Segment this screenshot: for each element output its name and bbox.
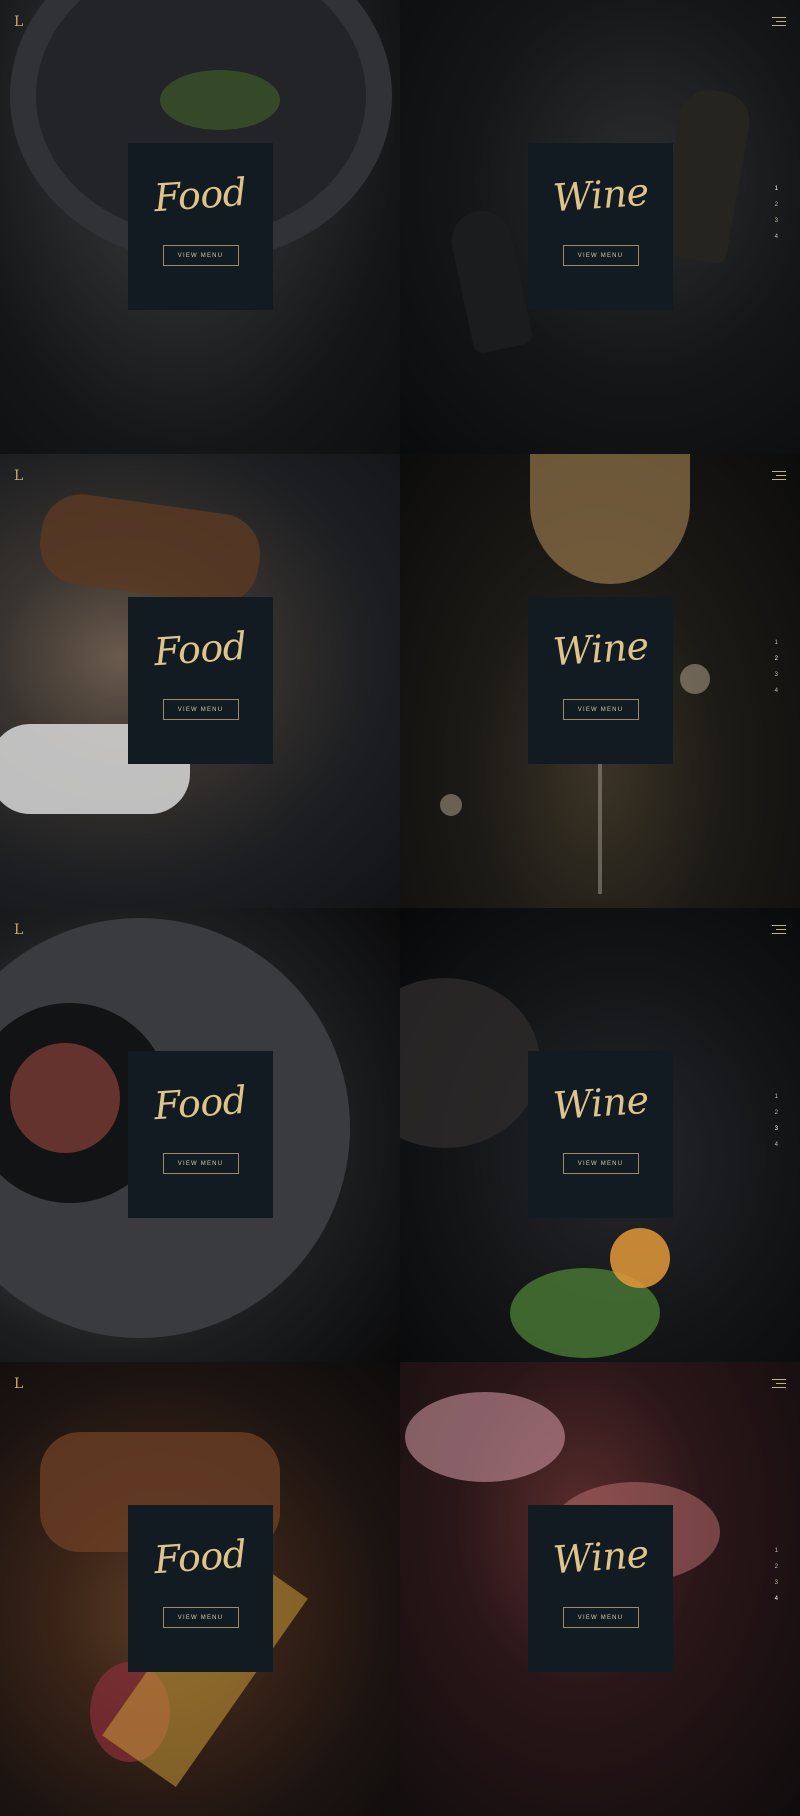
food-view-menu-button[interactable]: VIEW MENU: [162, 245, 239, 266]
wine-card: Wine VIEW MENU: [528, 1051, 673, 1218]
page-nav-item[interactable]: 2: [775, 656, 778, 662]
page-nav-item[interactable]: 1: [775, 640, 778, 646]
wine-title: Wine: [551, 1531, 650, 1583]
page-nav-item[interactable]: 2: [775, 202, 778, 208]
page-nav: 1 2 3 4: [775, 1094, 778, 1148]
page-nav-item[interactable]: 3: [775, 1580, 778, 1586]
page-nav-item[interactable]: 3: [775, 218, 778, 224]
wine-card: Wine VIEW MENU: [528, 143, 673, 310]
hero-row-2: L Food VIEW MENU Wine VIEW MENU 1 2 3 4: [0, 454, 800, 908]
food-card: Food VIEW MENU: [128, 1505, 273, 1672]
page-nav-item[interactable]: 1: [775, 1548, 778, 1554]
wine-view-menu-button[interactable]: VIEW MENU: [562, 1153, 639, 1174]
wine-panel: Wine VIEW MENU 1 2 3 4: [400, 1362, 800, 1816]
food-title: Food: [152, 1531, 249, 1583]
wine-panel: Wine VIEW MENU 1 2 3 4: [400, 454, 800, 908]
food-panel: L Food VIEW MENU: [0, 1362, 400, 1816]
page-nav: 1 2 3 4: [775, 1548, 778, 1602]
food-view-menu-button[interactable]: VIEW MENU: [162, 699, 239, 720]
food-panel: L Food VIEW MENU: [0, 454, 400, 908]
food-panel: L Food VIEW MENU: [0, 0, 400, 454]
wine-title: Wine: [551, 623, 650, 675]
hamburger-icon[interactable]: [772, 17, 786, 27]
wine-panel: Wine VIEW MENU 1 2 3 4: [400, 908, 800, 1362]
page-nav-item[interactable]: 4: [775, 1596, 778, 1602]
page-nav: 1 2 3 4: [775, 640, 778, 694]
food-card: Food VIEW MENU: [128, 143, 273, 310]
logo-icon[interactable]: L: [14, 922, 28, 938]
page-nav-item[interactable]: 4: [775, 234, 778, 240]
page-nav-item[interactable]: 4: [775, 1142, 778, 1148]
page-nav-item[interactable]: 2: [775, 1110, 778, 1116]
food-panel: L Food VIEW MENU: [0, 908, 400, 1362]
logo-icon[interactable]: L: [14, 468, 28, 484]
page-nav-item[interactable]: 4: [775, 688, 778, 694]
food-title: Food: [152, 1077, 249, 1129]
hamburger-icon[interactable]: [772, 1379, 786, 1389]
wine-title: Wine: [551, 1077, 650, 1129]
wine-title: Wine: [551, 169, 650, 221]
wine-card: Wine VIEW MENU: [528, 1505, 673, 1672]
page-nav-item[interactable]: 2: [775, 1564, 778, 1570]
logo-icon[interactable]: L: [14, 1376, 28, 1392]
food-card: Food VIEW MENU: [128, 597, 273, 764]
food-title: Food: [152, 169, 249, 221]
page-nav-item[interactable]: 3: [775, 1126, 778, 1132]
wine-panel: Wine VIEW MENU 1 2 3 4: [400, 0, 800, 454]
page-nav: 1 2 3 4: [775, 186, 778, 240]
wine-view-menu-button[interactable]: VIEW MENU: [562, 245, 639, 266]
hero-row-4: L Food VIEW MENU Wine VIEW MENU 1 2 3 4: [0, 1362, 800, 1816]
food-view-menu-button[interactable]: VIEW MENU: [162, 1607, 239, 1628]
food-card: Food VIEW MENU: [128, 1051, 273, 1218]
food-title: Food: [152, 623, 249, 675]
hero-row-1: L Food VIEW MENU Wine VIEW MENU 1 2 3 4: [0, 0, 800, 454]
page-nav-item[interactable]: 1: [775, 186, 778, 192]
food-view-menu-button[interactable]: VIEW MENU: [162, 1153, 239, 1174]
page-nav-item[interactable]: 3: [775, 672, 778, 678]
wine-card: Wine VIEW MENU: [528, 597, 673, 764]
wine-view-menu-button[interactable]: VIEW MENU: [562, 699, 639, 720]
hero-row-3: L Food VIEW MENU Wine VIEW MENU 1 2 3 4: [0, 908, 800, 1362]
hamburger-icon[interactable]: [772, 471, 786, 481]
hamburger-icon[interactable]: [772, 925, 786, 935]
page-nav-item[interactable]: 1: [775, 1094, 778, 1100]
logo-icon[interactable]: L: [14, 14, 28, 30]
wine-view-menu-button[interactable]: VIEW MENU: [562, 1607, 639, 1628]
